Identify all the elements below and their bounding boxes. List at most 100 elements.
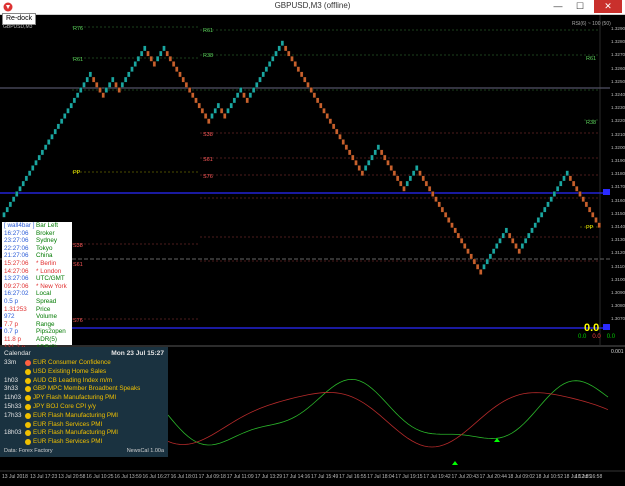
calendar-event-row[interactable]: 17h33 EUR Flash Manufacturing PMI [4,412,166,421]
event-time: 1h03 [4,376,19,384]
impact-icon [23,359,33,368]
session-value: 13:27:06 [4,275,29,283]
calendar-event-row[interactable]: USD Existing Home Sales [4,368,166,377]
calendar-event-row[interactable]: EUR Flash Services PMI [4,438,166,447]
renko-brick [75,92,80,98]
level-label: R76 [73,26,84,32]
renko-brick [277,45,281,52]
level-label: S76 [73,318,83,324]
session-label: Pips2open [36,328,66,336]
signal-value: 0.0 [584,322,600,334]
event-name: JPY Flash Manufacturing PMI [33,394,117,402]
event-time [4,438,23,447]
renko-brick [389,165,393,171]
renko-brick [578,191,582,197]
session-value: 16:27:06 [4,229,29,237]
event-time: 3h33 [4,385,19,393]
renko-brick [187,87,192,93]
oscillator-line [167,378,609,446]
calendar-event-row[interactable]: 3h33 GBP MPC Member Broadbent Speaks [4,385,166,394]
event-name: EUR Flash Services PMI [33,420,103,428]
renko-brick [472,258,477,265]
renko-brick [200,108,205,114]
session-label: China [36,252,53,260]
calendar-events: 33m EUR Consumer Confidence USD Existing H… [4,359,166,447]
renko-brick [319,102,323,109]
calendar-event-row[interactable]: 11h03 JPY Flash Manufacturing PMI [4,394,166,403]
session-value: 0.5 p [4,297,19,305]
renko-brick [53,128,57,135]
renko-brick [15,191,19,197]
renko-brick [495,243,499,249]
renko-brick [456,232,461,239]
session-row: 13:27:06 UTC/GMT [2,275,72,283]
x-tick-label: 17 Jul 19:42 [423,474,451,480]
renko-brick [66,108,70,114]
renko-brick [427,186,432,192]
renko-brick [127,71,131,78]
level-label: S38 [203,132,213,138]
level-label: S61 [73,262,83,268]
level-label: R61 [586,56,597,62]
renko-brick [43,144,48,150]
renko-brick [328,118,333,124]
renko-brick [255,82,259,88]
event-name: AUD CB Leading Index m/m [33,376,113,384]
renko-brick [143,45,147,52]
renko-brick [347,149,352,156]
renko-brick [114,82,118,88]
calendar-event-row[interactable]: 15h33 JPY BOJ Core CPI y/y [4,403,166,412]
calendar-event-row[interactable]: 1h03 AUD CB Leading Index m/m [4,377,166,386]
renko-brick [475,264,480,270]
renko-brick [437,201,441,208]
renko-brick [162,45,166,52]
renko-brick [504,227,509,234]
session-label: * Berlin [36,259,57,267]
session-label: Broker [36,229,55,237]
renko-brick [360,170,365,176]
session-value: 14:27:06 [4,267,29,275]
session-label: Sydney [36,237,58,245]
renko-brick [56,123,61,130]
renko-brick [325,113,329,119]
renko-brick [258,76,262,83]
renko-brick [207,118,211,124]
x-tick-label: 16 Jul 13:59 [114,474,142,480]
renko-brick [344,144,349,150]
renko-brick [597,222,601,228]
close-button[interactable]: ✕ [594,0,622,13]
renko-brick [104,87,109,93]
renko-brick [197,102,201,109]
renko-brick [37,154,41,161]
renko-brick [120,82,125,88]
event-name: EUR Flash Services PMI [33,438,103,446]
renko-brick [226,108,230,114]
level-label: S61 [203,157,213,163]
renko-brick [159,50,163,57]
calendar-event-row[interactable]: 18h03 EUR Flash Manufacturing PMI [4,429,166,438]
impact-icon [23,412,33,421]
session-label: Bar Left [36,222,59,229]
renko-brick [424,180,429,187]
calendar-event-row[interactable]: 33m EUR Consumer Confidence [4,359,166,368]
renko-brick [466,248,470,254]
minimize-button[interactable]: — [547,0,569,13]
x-tick-label: 13 Jul 20:58 [58,474,86,480]
session-row: 972 Volume [2,313,72,321]
impact-icon [23,403,33,412]
signal-small-1: 0.0 [578,334,587,340]
renko-brick [47,139,51,145]
renko-brick [443,212,448,218]
renko-brick [594,217,598,223]
session-label: Range [36,320,55,328]
session-row: [ wall4bar ] Bar Left [2,222,72,230]
session-row: 23:27:06 Sydney [2,237,72,245]
renko-brick [555,186,560,192]
renko-brick [72,97,77,104]
level-label: R61 [73,57,84,63]
maximize-button[interactable]: ☐ [569,0,591,13]
x-tick-label: 13 Jul 17:23 [30,474,58,480]
calendar-event-row[interactable]: EUR Flash Services PMI [4,421,166,430]
renko-brick [431,191,435,197]
y-tick-label: 1.3140 [611,224,625,229]
